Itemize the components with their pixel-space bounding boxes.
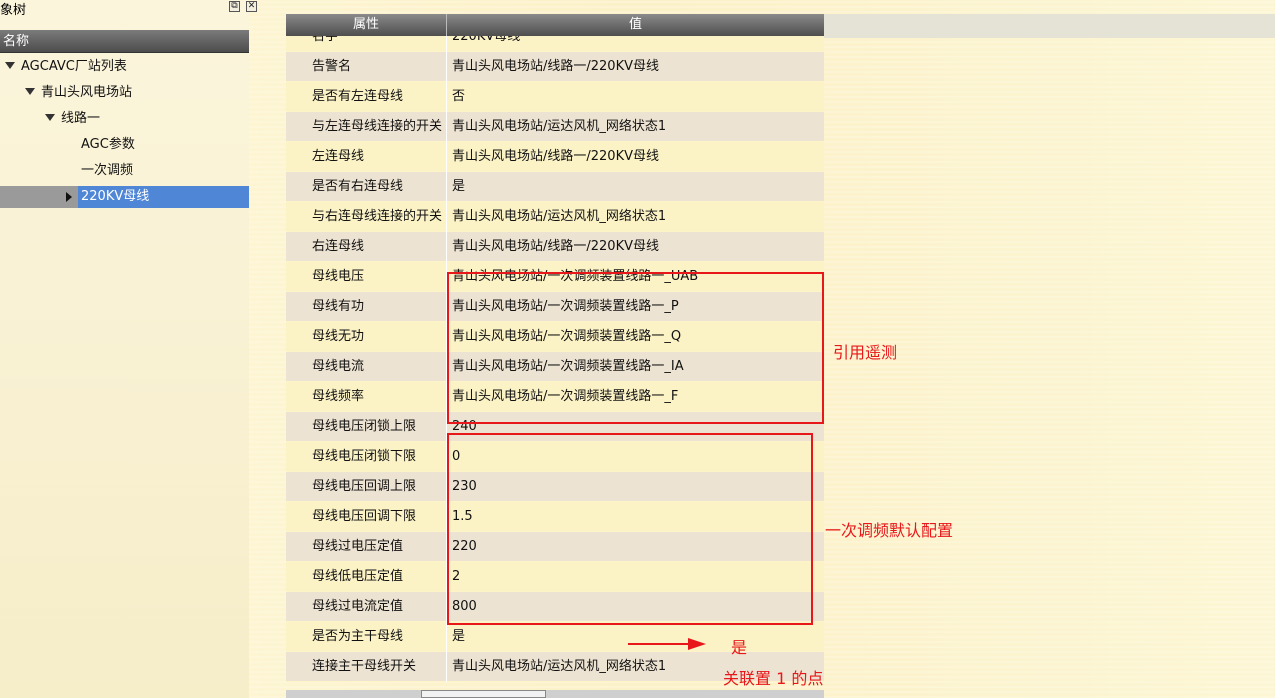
tree-node-qingshantou-station[interactable]: 青山头风电场站 bbox=[25, 82, 132, 104]
tree-node-agc-params[interactable]: AGC参数 bbox=[81, 134, 135, 156]
annotation-arrow-icon bbox=[628, 638, 706, 650]
tree-node-label: 一次调频 bbox=[81, 163, 134, 178]
property-key-cell: 母线电流 bbox=[286, 351, 447, 382]
property-key-cell: 是否有左连母线 bbox=[286, 81, 447, 112]
property-key-cell: 母线电压闭锁下限 bbox=[286, 441, 447, 472]
close-icon[interactable]: ✕ bbox=[246, 1, 257, 12]
property-value-cell[interactable]: 青山头风电场站/运达风机_网络状态1 bbox=[447, 202, 824, 232]
property-value-cell[interactable]: 青山头风电场站/线路一/220KV母线 bbox=[447, 232, 824, 262]
property-value-cell[interactable]: 青山头风电场站/线路一/220KV母线 bbox=[447, 52, 824, 82]
panel-title-bar: 象树 ⧉ ✕ bbox=[0, 0, 262, 18]
property-key-cell: 母线有功 bbox=[286, 291, 447, 322]
table-row[interactable]: 左连母线 青山头风电场站/线路一/220KV母线 bbox=[286, 141, 824, 172]
panel-title: 象树 bbox=[0, 3, 27, 18]
tree-node-primary-freq[interactable]: 一次调频 bbox=[81, 160, 133, 182]
property-key-cell: 母线低电压定值 bbox=[286, 561, 447, 592]
annotation-label-telemetry: 引用遥测 bbox=[833, 343, 898, 362]
scrollbar-thumb[interactable] bbox=[421, 690, 546, 698]
annotation-box-telemetry bbox=[447, 272, 824, 424]
table-header-filler bbox=[824, 14, 1275, 38]
property-value-cell[interactable]: 是 bbox=[447, 172, 824, 202]
property-value-cell[interactable]: 青山头风电场站/线路一/220KV母线 bbox=[447, 142, 824, 172]
annotation-label-yes: 是 bbox=[731, 638, 748, 657]
annotation-label-freq-config: 一次调频默认配置 bbox=[825, 521, 954, 540]
property-key-cell: 与左连母线连接的开关 bbox=[286, 111, 447, 142]
property-value-cell[interactable]: 青山头风电场站/运达风机_网络状态1 bbox=[447, 112, 824, 142]
expanded-triangle-icon[interactable] bbox=[25, 87, 35, 95]
property-key-cell: 右连母线 bbox=[286, 231, 447, 262]
tree-node-label: 线路一 bbox=[61, 111, 101, 126]
property-key-cell: 母线电压回调下限 bbox=[286, 501, 447, 532]
property-key-cell: 母线电压闭锁上限 bbox=[286, 411, 447, 442]
property-key-cell: 母线过电压定值 bbox=[286, 531, 447, 562]
annotation-box-freq-config bbox=[447, 433, 813, 625]
tree-node-220kv-bus-selected[interactable]: 220KV母线 bbox=[78, 186, 249, 208]
restore-icon[interactable]: ⧉ bbox=[229, 1, 240, 12]
property-table-header: 属性 值 bbox=[286, 14, 824, 36]
horizontal-scrollbar[interactable] bbox=[286, 690, 824, 698]
table-row[interactable]: 与左连母线连接的开关 青山头风电场站/运达风机_网络状态1 bbox=[286, 111, 824, 142]
tree-node-label: AGCAVC厂站列表 bbox=[21, 59, 127, 74]
tree-node-label: 青山头风电场站 bbox=[41, 85, 133, 100]
table-row[interactable]: 是否有左连母线否 bbox=[286, 81, 824, 112]
tree-node-agcavc-station-list[interactable]: AGCAVC厂站列表 bbox=[5, 56, 127, 78]
property-key-cell: 与右连母线连接的开关 bbox=[286, 201, 447, 232]
column-header-value[interactable]: 值 bbox=[447, 14, 824, 36]
property-key-cell: 母线频率 bbox=[286, 381, 447, 412]
expanded-triangle-icon[interactable] bbox=[5, 61, 15, 69]
property-key-cell: 是否有右连母线 bbox=[286, 171, 447, 202]
property-key-cell: 告警名 bbox=[286, 51, 447, 82]
property-value-cell[interactable]: 否 bbox=[447, 82, 824, 112]
property-key-cell: 母线电压回调上限 bbox=[286, 471, 447, 502]
object-tree-panel: 象树 ⧉ ✕ 名称 AGCAVC厂站列表 青山头风电场站 线路一 AGC参数 一… bbox=[0, 0, 257, 698]
table-row[interactable]: 是否有右连母线是 bbox=[286, 171, 824, 202]
table-row[interactable]: 右连母线 青山头风电场站/线路一/220KV母线 bbox=[286, 231, 824, 262]
property-key-cell: 母线无功 bbox=[286, 321, 447, 352]
tree-node-line-one[interactable]: 线路一 bbox=[45, 108, 100, 130]
collapsed-triangle-icon[interactable] bbox=[66, 192, 72, 202]
property-key-cell: 母线过电流定值 bbox=[286, 591, 447, 622]
property-key-cell: 母线电压 bbox=[286, 261, 447, 292]
table-row[interactable]: 与右连母线连接的开关 青山头风电场站/运达风机_网络状态1 bbox=[286, 201, 824, 232]
tree-column-header[interactable]: 名称 bbox=[0, 30, 249, 53]
column-header-attribute[interactable]: 属性 bbox=[286, 14, 447, 36]
annotation-label-point: 关联置 1 的点 bbox=[723, 669, 824, 688]
property-key-cell: 左连母线 bbox=[286, 141, 447, 172]
tree-node-label: AGC参数 bbox=[81, 137, 135, 152]
table-row[interactable]: 告警名 青山头风电场站/线路一/220KV母线 bbox=[286, 51, 824, 82]
expanded-triangle-icon[interactable] bbox=[45, 113, 55, 121]
property-key-cell: 是否为主干母线 bbox=[286, 621, 447, 652]
property-key-cell: 连接主干母线开关 bbox=[286, 651, 447, 682]
